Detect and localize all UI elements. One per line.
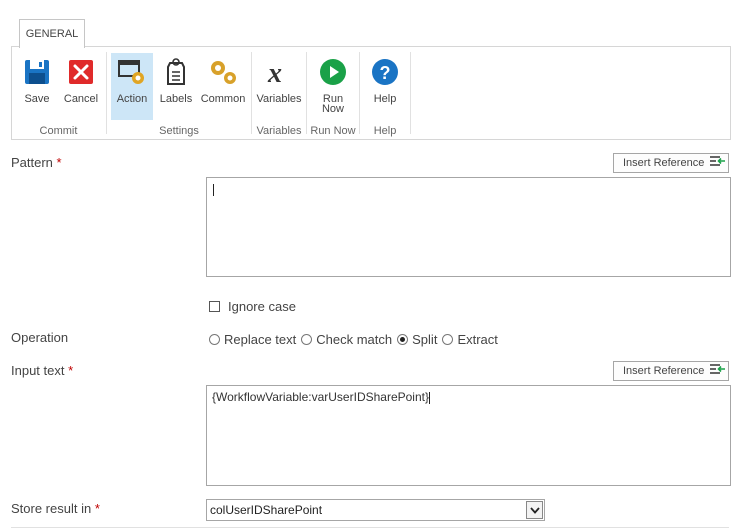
input-text-label: Input text *	[11, 363, 74, 378]
variables-label: Variables	[256, 93, 302, 105]
ribbon-separator	[306, 52, 307, 134]
variable-x-icon: x	[263, 56, 295, 88]
ribbon-separator	[410, 52, 411, 134]
group-label-commit: Commit	[39, 125, 78, 137]
insert-reference-icon	[710, 363, 726, 379]
radio-dot[interactable]	[209, 334, 220, 345]
help-icon: ?	[369, 56, 401, 88]
play-icon	[317, 56, 349, 88]
help-button[interactable]: ? Help	[365, 53, 405, 119]
svg-text:?: ?	[380, 63, 391, 83]
help-label: Help	[373, 93, 397, 105]
pattern-textarea[interactable]	[206, 177, 731, 277]
text-cursor	[213, 184, 214, 197]
group-label-run-now: Run Now	[310, 125, 356, 137]
run-now-button[interactable]: Run Now	[313, 53, 353, 119]
group-label-variables: Variables	[256, 125, 302, 137]
action-icon	[116, 56, 148, 88]
store-result-label: Store result in *	[11, 501, 100, 516]
ribbon-separator	[359, 52, 360, 134]
radio-dot-selected[interactable]	[397, 334, 409, 345]
store-result-select[interactable]: colUserIDSharePoint	[206, 499, 545, 521]
labels-button[interactable]: Labels	[157, 53, 195, 119]
required-marker: *	[94, 501, 100, 516]
group-label-settings: Settings	[159, 125, 199, 137]
save-button[interactable]: Save	[19, 53, 55, 119]
pattern-label: Pattern *	[11, 155, 62, 170]
run-now-label-2: Now	[321, 103, 344, 115]
operation-label: Operation	[11, 330, 69, 345]
ribbon-separator	[251, 52, 252, 134]
action-label: Action	[116, 93, 148, 105]
insert-reference-label: Insert Reference	[623, 157, 705, 169]
insert-reference-button[interactable]: Insert Reference	[613, 361, 729, 381]
cancel-label: Cancel	[63, 93, 99, 105]
insert-reference-button[interactable]: Insert Reference	[613, 153, 729, 173]
store-result-value: colUserIDSharePoint	[210, 503, 323, 517]
radio-replace-text[interactable]: Replace text	[209, 332, 296, 347]
common-label: Common	[200, 93, 246, 105]
cancel-icon	[65, 56, 97, 88]
tab-general[interactable]: GENERAL	[19, 19, 85, 48]
radio-label: Extract	[457, 332, 498, 347]
cancel-button[interactable]: Cancel	[62, 53, 100, 119]
ignore-case-label: Ignore case	[228, 299, 296, 314]
input-text-textarea[interactable]: {WorkflowVariable:varUserIDSharePoint}	[206, 385, 731, 486]
text-cursor	[428, 391, 430, 404]
save-label: Save	[24, 93, 50, 105]
radio-split[interactable]: Split	[397, 332, 437, 347]
insert-reference-icon	[710, 155, 726, 171]
save-icon	[21, 56, 53, 88]
radio-label: Split	[412, 332, 438, 347]
required-marker: *	[68, 363, 74, 378]
labels-label: Labels	[159, 93, 193, 105]
gears-icon	[207, 56, 239, 88]
tag-icon	[160, 56, 192, 88]
radio-label: Check match	[316, 332, 393, 347]
chevron-down-icon[interactable]	[526, 501, 543, 519]
radio-extract[interactable]: Extract	[442, 332, 498, 347]
operation-radio-group: Replace text Check match Split Extract	[209, 332, 503, 347]
variables-button[interactable]: x Variables	[255, 53, 303, 119]
common-button[interactable]: Common	[199, 53, 247, 119]
svg-text:x: x	[267, 58, 282, 86]
group-label-help: Help	[373, 125, 397, 137]
ribbon-separator	[106, 52, 107, 134]
ignore-case-checkbox[interactable]: Ignore case	[209, 299, 296, 314]
bottom-divider	[11, 527, 729, 528]
action-button[interactable]: Action	[111, 53, 153, 120]
radio-check-match[interactable]: Check match	[301, 332, 392, 347]
radio-dot[interactable]	[301, 334, 313, 345]
required-marker: *	[56, 155, 62, 170]
input-text-value: {WorkflowVariable:varUserIDSharePoint}	[212, 390, 429, 404]
insert-reference-label: Insert Reference	[623, 365, 705, 377]
radio-label: Replace text	[224, 332, 297, 347]
checkbox-box[interactable]	[209, 301, 220, 312]
radio-dot[interactable]	[442, 334, 454, 345]
